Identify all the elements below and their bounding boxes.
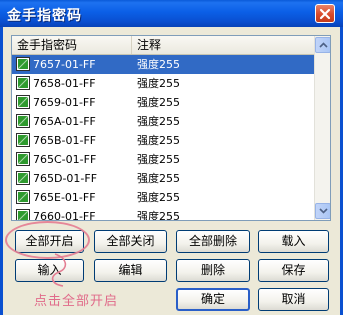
column-header-note[interactable]: 注释 [132,36,314,54]
note-cell: 强度255 [137,134,180,147]
list-header: 金手指密码 注释 [12,36,314,55]
checkmark-icon [17,58,29,70]
checkmark-icon [17,77,29,89]
enable-checkbox[interactable] [16,114,30,128]
list-row[interactable]: 7657-01-FF 强度255 [12,55,314,74]
checkmark-icon [17,96,29,108]
note-cell: 强度255 [137,210,180,221]
code-text: 7658-01-FF [33,77,96,90]
title-bar[interactable]: 金手指密码 [0,0,343,27]
checkmark-icon [17,115,29,127]
code-text: 7660-01-FF [33,210,96,221]
checkmark-icon [18,210,29,220]
scroll-down-button[interactable] [315,203,330,219]
close-button[interactable] [315,4,335,23]
checkmark-icon [17,153,29,165]
list-row[interactable]: 765A-01-FF 强度255 [12,112,314,131]
list-row[interactable]: 765E-01-FF 强度255 [12,188,314,207]
code-cell: 765E-01-FF [12,188,132,207]
note-cell: 强度255 [132,55,314,74]
edit-button[interactable]: 编辑 [94,259,167,282]
code-text: 765C-01-FF [33,153,97,166]
ok-button[interactable]: 确定 [176,288,250,311]
enable-checkbox[interactable] [16,209,30,220]
code-text: 765D-01-FF [33,172,98,185]
note-cell: 强度255 [137,191,180,204]
enable-checkbox[interactable] [16,171,30,185]
code-cell: 765A-01-FF [12,112,132,131]
code-text: 765A-01-FF [33,115,96,128]
list-row[interactable]: 7658-01-FF 强度255 [12,74,314,93]
code-cell: 7657-01-FF [12,55,132,74]
checkmark-icon [17,172,29,184]
vertical-scrollbar[interactable] [314,36,330,220]
load-button[interactable]: 载入 [258,230,329,253]
list-row[interactable]: 765B-01-FF 强度255 [12,131,314,150]
note-cell: 强度255 [137,153,180,166]
code-cell: 7659-01-FF [12,93,132,112]
close-icon [319,8,331,20]
code-cell: 765B-01-FF [12,131,132,150]
code-cell: 765C-01-FF [12,150,132,169]
list-row[interactable]: 765C-01-FF 强度255 [12,150,314,169]
code-cell: 765D-01-FF [12,169,132,188]
note-cell: 强度255 [137,96,180,109]
note-cell: 强度255 [137,77,180,90]
enable-checkbox[interactable] [16,190,30,204]
code-text: 765B-01-FF [33,134,97,147]
code-text: 765E-01-FF [33,191,96,204]
annotation-curl [51,253,67,287]
list-row[interactable]: 765D-01-FF 强度255 [12,169,314,188]
note-cell: 强度255 [137,172,180,185]
annotation-hint: 点击全部开启 [34,294,119,309]
delete-button[interactable]: 删除 [176,259,250,282]
chevron-up-icon [319,42,328,48]
enable-checkbox[interactable] [16,57,30,71]
enable-checkbox[interactable] [16,76,30,90]
column-header-code[interactable]: 金手指密码 [12,36,132,54]
chevron-down-icon [319,208,328,214]
note-cell: 强度255 [137,115,180,128]
scroll-up-button[interactable] [315,37,330,53]
code-cell: 7660-01-FF [12,207,132,221]
checkmark-icon [17,191,29,203]
enable-checkbox[interactable] [16,95,30,109]
cheat-code-list[interactable]: 金手指密码 注释 7657-01-FF 强度255 7658-01-FF 强度255 7… [11,35,331,221]
enable-checkbox[interactable] [16,152,30,166]
list-row[interactable]: 7659-01-FF 强度255 [12,93,314,112]
checkmark-icon [17,134,29,146]
enable-checkbox[interactable] [16,133,30,147]
list-row[interactable]: 7660-01-FF 强度255 [12,207,314,221]
code-text: 7659-01-FF [33,96,96,109]
cancel-button[interactable]: 取消 [258,288,329,311]
save-button[interactable]: 保存 [258,259,329,282]
delete-all-button[interactable]: 全部删除 [176,230,250,253]
code-text: 7657-01-FF [33,58,96,71]
code-cell: 7658-01-FF [12,74,132,93]
disable-all-button[interactable]: 全部关闭 [94,230,167,253]
window-title: 金手指密码 [7,8,82,24]
